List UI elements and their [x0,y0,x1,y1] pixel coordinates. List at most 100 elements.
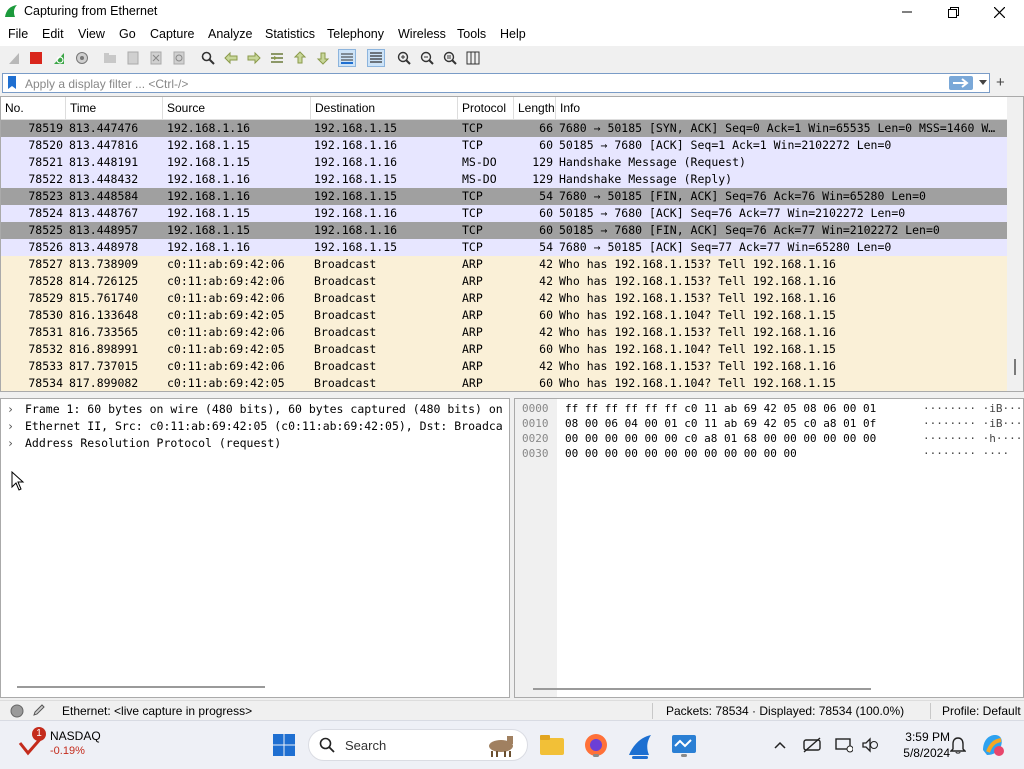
menu-file[interactable]: File [8,27,28,41]
menu-edit[interactable]: Edit [42,27,64,41]
bytes-hex[interactable]: 00 00 00 00 00 00 c0 a8 01 68 00 00 00 0… [565,431,876,446]
tray-volume[interactable] [856,731,884,759]
bytes-horizontal-scrollbar[interactable] [533,688,871,690]
capture-status-icon[interactable] [10,704,24,718]
packet-time: 813.448584 [69,189,139,203]
packet-row[interactable]: 78534 817.899082 c0:11:ab:69:42:05 Broadcas… [1,375,1007,391]
menu-wireless[interactable]: Wireless [398,27,446,41]
last-packet-button[interactable] [314,49,332,67]
menu-go[interactable]: Go [119,27,136,41]
packet-row[interactable]: 78521 813.448191 192.168.1.15 192.168.1.16 M… [1,154,1007,171]
detail-row-frame[interactable]: › Frame 1: 60 bytes on wire (480 bits), … [1,401,509,418]
copilot-button[interactable] [978,731,1006,759]
packet-row[interactable]: 78531 816.733565 c0:11:ab:69:42:06 Broadcas… [1,324,1007,341]
menu-view[interactable]: View [78,27,105,41]
start-button[interactable] [270,731,298,759]
bookmark-icon[interactable] [7,76,17,90]
find-packet-button[interactable] [199,49,217,67]
expert-info-pencil-icon[interactable] [32,703,46,717]
restart-capture-button[interactable] [50,49,68,67]
column-header-length[interactable]: Length [514,97,556,119]
taskbar-wireshark[interactable] [626,731,654,759]
stop-capture-button[interactable] [27,49,45,67]
packet-row[interactable]: 78526 813.448978 192.168.1.16 192.168.1.15 T… [1,239,1007,256]
menu-statistics[interactable]: Statistics [265,27,315,41]
apply-filter-arrow-icon[interactable] [949,76,973,90]
packet-list-scroll-thumb[interactable] [1014,359,1016,375]
chevron-right-icon[interactable]: › [7,418,14,435]
display-filter-input[interactable] [23,75,947,93]
details-horizontal-scrollbar[interactable] [17,686,265,688]
go-back-button[interactable] [222,49,240,67]
capture-options-button[interactable] [73,49,91,67]
menu-capture[interactable]: Capture [150,27,194,41]
bytes-hex[interactable]: ff ff ff ff ff ff c0 11 ab 69 42 05 08 0… [565,401,876,416]
notifications-button[interactable] [944,731,972,759]
add-filter-button-icon[interactable]: + [996,73,1006,93]
go-to-packet-button[interactable] [268,49,286,67]
column-header-destination[interactable]: Destination [311,97,458,119]
packet-bytes-pane: 0000 ff ff ff ff ff ff c0 11 ab 69 42 05… [514,398,1024,698]
menu-help[interactable]: Help [500,27,526,41]
reload-file-button[interactable] [170,49,188,67]
profile-text[interactable]: Profile: Default [942,704,1021,718]
minimize-button[interactable] [884,0,930,24]
chevron-right-icon[interactable]: › [7,401,14,418]
chevron-right-icon[interactable]: › [7,435,14,452]
bytes-ascii[interactable]: ········ ···· [923,446,1009,461]
taskbar-firefox[interactable] [582,731,610,759]
first-packet-button[interactable] [291,49,309,67]
column-header-source[interactable]: Source [163,97,311,119]
bytes-hex[interactable]: 08 00 06 04 00 01 c0 11 ab 69 42 05 c0 a… [565,416,876,431]
filter-dropdown-icon[interactable] [979,80,987,86]
menu-tools[interactable]: Tools [457,27,486,41]
zoom-in-button[interactable] [395,49,413,67]
column-header-no[interactable]: No. [1,97,66,119]
packet-source: c0:11:ab:69:42:05 [167,308,285,322]
packet-list-scrollbar[interactable] [1007,97,1023,391]
packet-row[interactable]: 78524 813.448767 192.168.1.15 192.168.1.16 T… [1,205,1007,222]
show-hidden-icons-button[interactable] [766,731,794,759]
packet-row[interactable]: 78520 813.447816 192.168.1.15 192.168.1.16 T… [1,137,1007,154]
packet-row[interactable]: 78525 813.448957 192.168.1.15 192.168.1.16 T… [1,222,1007,239]
zoom-normal-button[interactable] [441,49,459,67]
tray-display[interactable] [830,731,858,759]
tray-network-off[interactable] [798,731,826,759]
stock-widget[interactable]: 1 NASDAQ -0.19% [16,727,106,763]
start-capture-button[interactable] [5,49,23,67]
packet-row[interactable]: 78529 815.761740 c0:11:ab:69:42:06 Broadcas… [1,290,1007,307]
resize-columns-button[interactable] [464,49,482,67]
bytes-ascii[interactable]: ········ ·iB····· [923,401,1023,416]
column-header-info[interactable]: Info [556,97,1007,119]
maximize-button[interactable] [930,0,976,24]
bytes-ascii[interactable]: ········ ·iB····· [923,416,1023,431]
packet-row[interactable]: 78519 813.447476 192.168.1.16 192.168.1.15 T… [1,120,1007,137]
go-forward-button[interactable] [245,49,263,67]
colorize-button[interactable] [367,49,385,67]
bytes-hex[interactable]: 00 00 00 00 00 00 00 00 00 00 00 00 [565,446,797,461]
autoscroll-button[interactable] [338,49,356,67]
packet-row[interactable]: 78523 813.448584 192.168.1.16 192.168.1.15 T… [1,188,1007,205]
bytes-ascii[interactable]: ········ ·h······ [923,431,1023,446]
close-button[interactable] [976,0,1022,24]
packet-row[interactable]: 78522 813.448432 192.168.1.16 192.168.1.15 M… [1,171,1007,188]
packet-row[interactable]: 78533 817.737015 c0:11:ab:69:42:06 Broadcas… [1,358,1007,375]
taskbar-search-box[interactable]: Search [308,729,528,761]
menu-telephony[interactable]: Telephony [327,27,384,41]
column-header-time[interactable]: Time [66,97,163,119]
packet-row[interactable]: 78528 814.726125 c0:11:ab:69:42:06 Broadcas… [1,273,1007,290]
save-file-button[interactable] [124,49,142,67]
packet-row[interactable]: 78527 813.738909 c0:11:ab:69:42:06 Broadcas… [1,256,1007,273]
taskbar-network-app[interactable] [670,731,698,759]
open-file-button[interactable] [101,49,119,67]
taskbar-file-explorer[interactable] [538,731,566,759]
menu-analyze[interactable]: Analyze [208,27,252,41]
detail-row-arp[interactable]: › Address Resolution Protocol (request) [1,435,509,452]
zoom-out-button[interactable] [418,49,436,67]
detail-row-ethernet[interactable]: › Ethernet II, Src: c0:11:ab:69:42:05 (c… [1,418,509,435]
packet-row[interactable]: 78532 816.898991 c0:11:ab:69:42:05 Broadcas… [1,341,1007,358]
column-header-protocol[interactable]: Protocol [458,97,514,119]
close-file-button[interactable] [147,49,165,67]
taskbar-clock[interactable]: 3:59 PM 5/8/2024 [886,729,950,761]
packet-row[interactable]: 78530 816.133648 c0:11:ab:69:42:05 Broadcas… [1,307,1007,324]
